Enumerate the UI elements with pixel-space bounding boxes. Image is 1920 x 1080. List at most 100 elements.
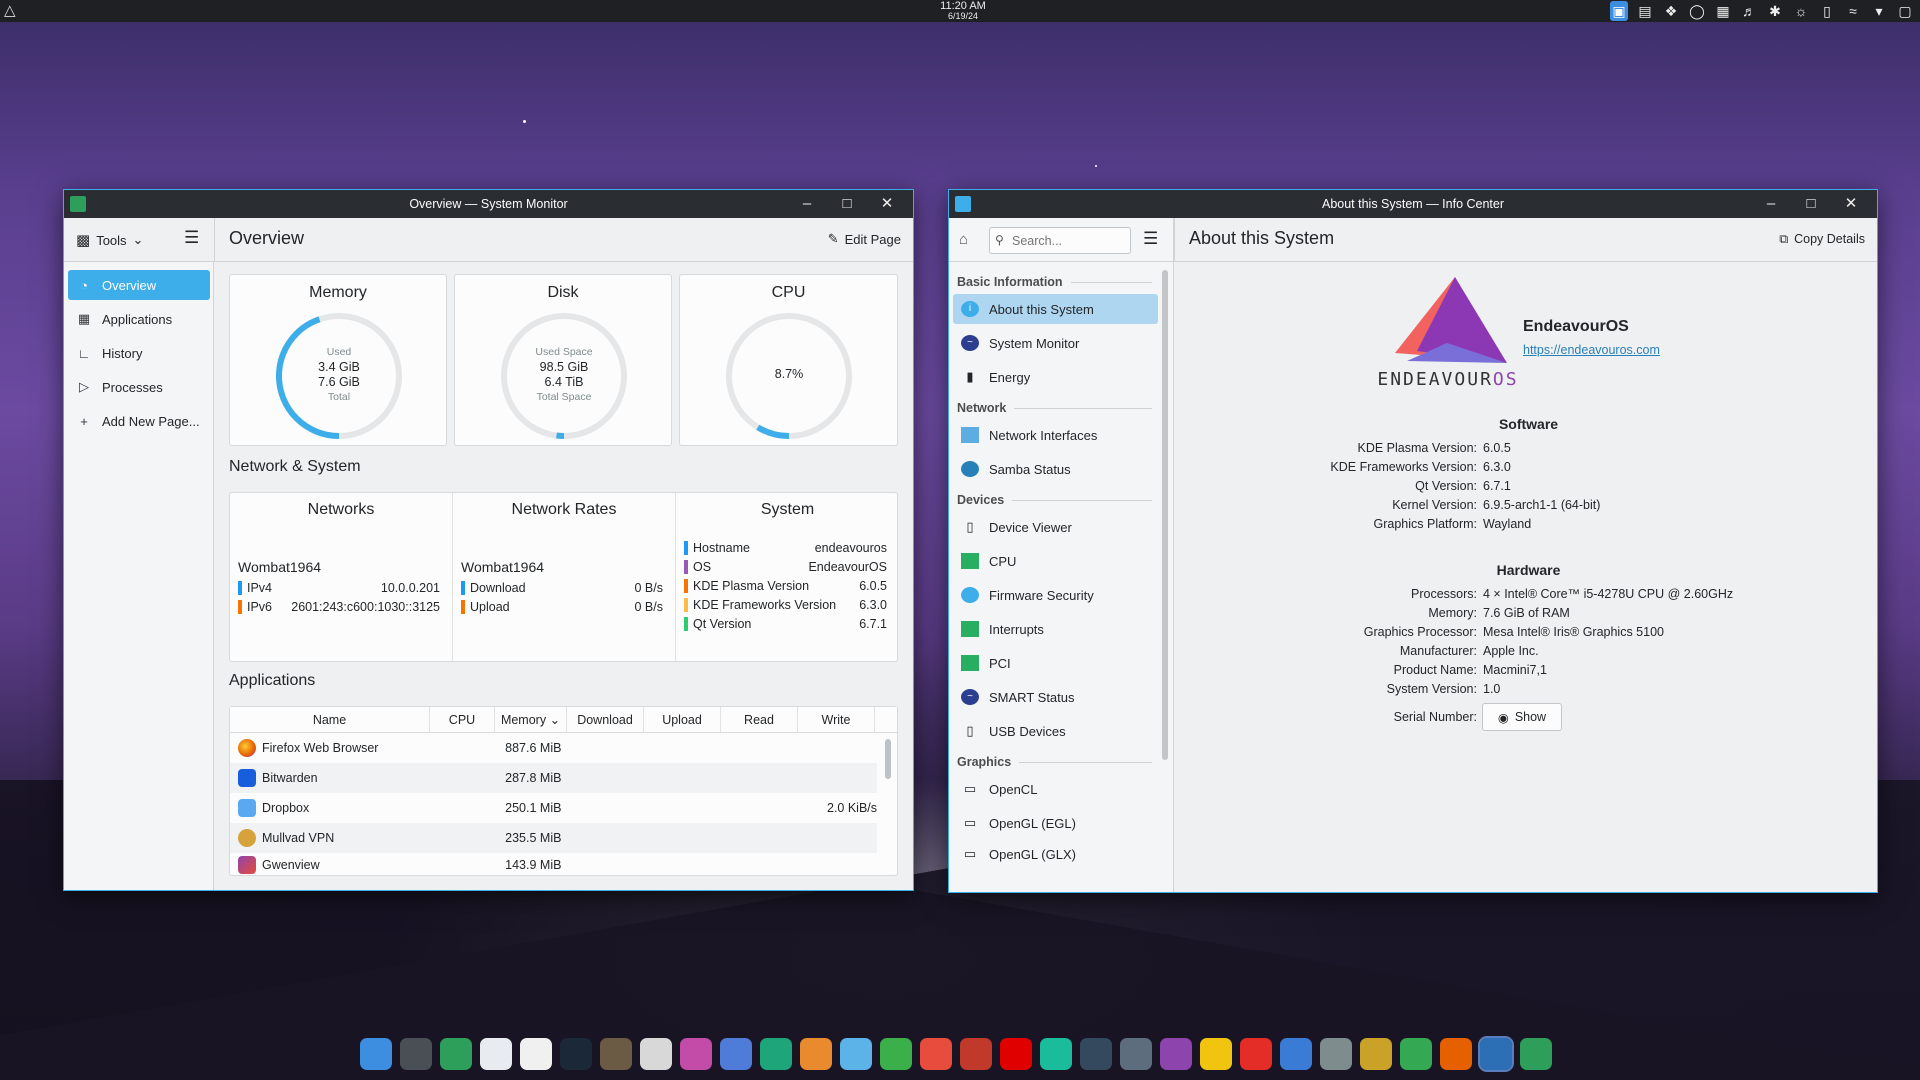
nav-item-energy[interactable]: ▮ Energy	[953, 362, 1158, 392]
copy-details-button[interactable]: ⧉ Copy Details	[1779, 232, 1865, 247]
column-header-cpu[interactable]: CPU	[430, 707, 495, 732]
titlebar[interactable]: About this System — Info Center – □ ✕	[949, 190, 1877, 218]
inkscape-icon[interactable]	[640, 1038, 672, 1070]
music-icon[interactable]	[1040, 1038, 1072, 1070]
bitwarden-icon[interactable]: ▣	[1610, 1, 1628, 21]
nav-item-applications[interactable]: ▦ Applications	[68, 304, 210, 334]
tools-button[interactable]: ▩ Tools ⌄	[76, 228, 143, 252]
nav-item-add-page[interactable]: + Add New Page...	[68, 406, 210, 436]
chrome-icon[interactable]	[1400, 1038, 1432, 1070]
edge-icon[interactable]	[880, 1038, 912, 1070]
document-icon[interactable]	[480, 1038, 512, 1070]
column-header-download[interactable]: Download	[567, 707, 644, 732]
column-header-memory[interactable]: Memory ⌄	[495, 707, 567, 732]
plus-icon: +	[80, 413, 88, 429]
table-row[interactable]: Dropbox 250.1 MiB 2.0 KiB/s	[230, 793, 877, 823]
desktop-icon[interactable]: ▢	[1896, 1, 1914, 21]
nav-label: Network Interfaces	[989, 427, 1098, 443]
nav-item-overview[interactable]: ◔ Overview	[68, 270, 210, 300]
terminal-icon[interactable]	[400, 1038, 432, 1070]
nav-item-pci[interactable]: PCI	[953, 648, 1158, 678]
taskbar-dock	[360, 1036, 1552, 1072]
nav-item-smart-status[interactable]: ~ SMART Status	[953, 682, 1158, 712]
wifi-icon[interactable]: ≈	[1844, 1, 1862, 21]
app-memory: 143.9 MiB	[505, 858, 562, 872]
tools-icon[interactable]	[1360, 1038, 1392, 1070]
app-launcher-icon[interactable]: △	[4, 2, 22, 20]
camera-icon[interactable]	[800, 1038, 832, 1070]
hamburger-menu-icon[interactable]: ☰	[1143, 229, 1158, 249]
table-row[interactable]: Gwenview 143.9 MiB	[230, 853, 877, 877]
sidebar-scrollbar[interactable]	[1162, 270, 1168, 760]
screenshot-icon[interactable]	[1320, 1038, 1352, 1070]
files-icon[interactable]	[360, 1038, 392, 1070]
battery-icon[interactable]: ▯	[1818, 1, 1836, 21]
nav-item-firmware-security[interactable]: Firmware Security	[953, 580, 1158, 610]
nav-item-about-this-system[interactable]: i About this System	[953, 294, 1158, 324]
steam-icon[interactable]	[560, 1038, 592, 1070]
nav-item-network-interfaces[interactable]: Network Interfaces	[953, 420, 1158, 450]
nav-item-samba-status[interactable]: Samba Status	[953, 454, 1158, 484]
nav-item-opengl-egl[interactable]: ▭ OpenGL (EGL)	[953, 808, 1158, 838]
firefox-icon[interactable]	[1440, 1038, 1472, 1070]
close-icon[interactable]: ✕	[1831, 190, 1871, 218]
expand-arrow-icon[interactable]: ▾	[1870, 1, 1888, 21]
dropbox-icon[interactable]: ❖	[1662, 1, 1680, 21]
minimize-icon[interactable]: –	[1751, 190, 1791, 218]
nav-item-history[interactable]: ∟ History	[68, 338, 210, 368]
volume-icon[interactable]: ♬	[1740, 1, 1758, 21]
nav-item-interrupts[interactable]: Interrupts	[953, 614, 1158, 644]
system-monitor-icon[interactable]	[1478, 1036, 1514, 1072]
home-icon[interactable]: ⌂	[959, 231, 968, 248]
folder-icon[interactable]	[1200, 1038, 1232, 1070]
chromium-icon[interactable]	[840, 1038, 872, 1070]
color-bar	[684, 579, 688, 593]
column-header-name[interactable]: Name	[230, 707, 430, 732]
bluetooth-icon[interactable]: ✱	[1766, 1, 1784, 21]
gimp-icon[interactable]	[600, 1038, 632, 1070]
nav-item-processes[interactable]: ▷ Processes	[68, 372, 210, 402]
audio-icon[interactable]	[920, 1038, 952, 1070]
krita-icon[interactable]	[680, 1038, 712, 1070]
column-header-upload[interactable]: Upload	[644, 707, 721, 732]
brightness-icon[interactable]: ☼	[1792, 1, 1810, 21]
video-icon[interactable]	[1160, 1038, 1192, 1070]
nav-item-cpu[interactable]: CPU	[953, 546, 1158, 576]
clock[interactable]: 11:20 AM 6/19/24	[930, 0, 996, 22]
table-row[interactable]: Mullvad VPN 235.5 MiB	[230, 823, 877, 853]
maximize-icon[interactable]: □	[1791, 190, 1831, 218]
maximize-icon[interactable]: □	[827, 190, 867, 218]
show-serial-button[interactable]: ◉ Show	[1482, 703, 1562, 731]
wolf-icon[interactable]	[1080, 1038, 1112, 1070]
blender-grid-icon[interactable]	[720, 1038, 752, 1070]
titlebar[interactable]: Overview — System Monitor – □ ✕	[64, 190, 913, 218]
column-header-read[interactable]: Read	[721, 707, 798, 732]
nav-item-opencl[interactable]: ▭ OpenCL	[953, 774, 1158, 804]
vpn-shield-icon[interactable]: ◯	[1688, 1, 1706, 21]
clipboard-icon[interactable]: ▦	[1714, 1, 1732, 21]
youtube-icon[interactable]	[1240, 1038, 1272, 1070]
close-icon[interactable]: ✕	[867, 190, 907, 218]
table-row[interactable]: Firefox Web Browser 887.6 MiB	[230, 733, 877, 763]
headphones-icon[interactable]	[760, 1038, 792, 1070]
screen-icon[interactable]	[1120, 1038, 1152, 1070]
hamburger-menu-icon[interactable]: ☰	[184, 228, 199, 248]
record-icon[interactable]	[960, 1038, 992, 1070]
qbittorrent-icon[interactable]	[1280, 1038, 1312, 1070]
nav-item-system-monitor[interactable]: ~ System Monitor	[953, 328, 1158, 358]
table-scrollbar[interactable]	[885, 739, 891, 779]
column-header-write[interactable]: Write	[798, 707, 875, 732]
nav-item-device-viewer[interactable]: ▯ Device Viewer	[953, 512, 1158, 542]
edit-page-button[interactable]: ✎ Edit Page	[828, 231, 901, 247]
table-row[interactable]: Bitwarden 287.8 MiB	[230, 763, 877, 793]
nav-item-usb-devices[interactable]: ▯ USB Devices	[953, 716, 1158, 746]
text-editor-icon[interactable]	[520, 1038, 552, 1070]
spreadsheet-icon[interactable]	[440, 1038, 472, 1070]
search-input[interactable]	[989, 227, 1131, 254]
window-icon[interactable]: ▤	[1636, 1, 1654, 21]
info-center-icon[interactable]	[1520, 1038, 1552, 1070]
minimize-icon[interactable]: –	[787, 190, 827, 218]
youtube-music-icon[interactable]	[1000, 1038, 1032, 1070]
distro-url-link[interactable]: https://endeavouros.com	[1523, 343, 1660, 357]
nav-item-opengl-glx[interactable]: ▭ OpenGL (GLX)	[953, 842, 1158, 866]
